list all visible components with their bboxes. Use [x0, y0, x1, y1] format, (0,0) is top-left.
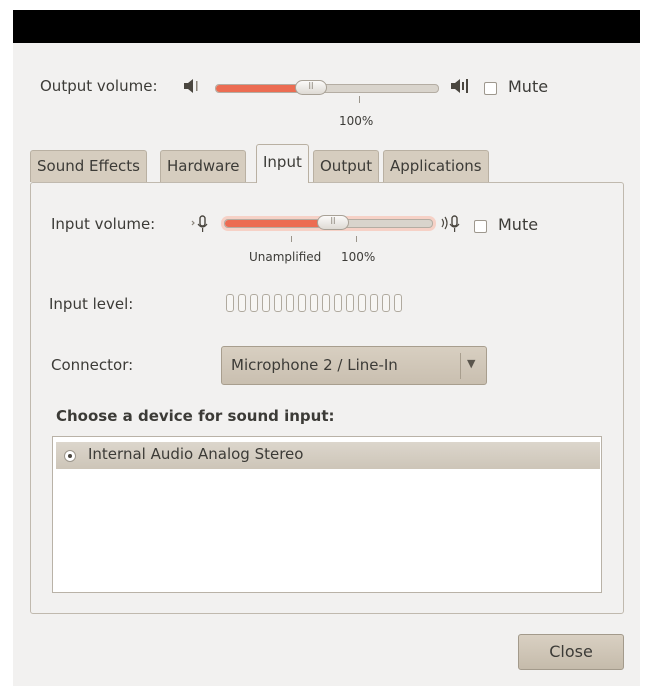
- output-mute-label[interactable]: Mute: [508, 77, 548, 96]
- tab-output[interactable]: Output: [313, 150, 380, 182]
- output-volume-handle[interactable]: ll: [295, 80, 327, 95]
- level-segment: [346, 294, 354, 312]
- radio-selected-icon[interactable]: [64, 450, 76, 462]
- level-segment: [286, 294, 294, 312]
- input-value-label: 100%: [341, 250, 376, 264]
- microphone-low-icon: [190, 214, 212, 238]
- connector-value: Microphone 2 / Line-In: [231, 356, 398, 374]
- title-bar: [13, 10, 640, 43]
- device-heading: Choose a device for sound input:: [56, 407, 335, 425]
- input-100-tick: [356, 236, 357, 242]
- level-segment: [358, 294, 366, 312]
- connector-combobox[interactable]: Microphone 2 / Line-In ▼: [221, 346, 487, 385]
- input-level-meter: [226, 294, 406, 314]
- list-item[interactable]: Internal Audio Analog Stereo: [56, 442, 600, 469]
- microphone-high-icon: [440, 214, 464, 238]
- input-level-label: Input level:: [49, 295, 134, 313]
- device-name: Internal Audio Analog Stereo: [88, 445, 304, 463]
- speaker-high-icon: [450, 77, 472, 99]
- output-volume-slider[interactable]: ll: [215, 80, 439, 95]
- unamplified-tick: [291, 236, 292, 242]
- tab-sound-effects[interactable]: Sound Effects: [30, 150, 147, 182]
- input-volume-slider[interactable]: ll: [224, 215, 433, 230]
- level-segment: [394, 294, 402, 312]
- level-segment: [226, 294, 234, 312]
- connector-label: Connector:: [51, 356, 134, 374]
- level-segment: [262, 294, 270, 312]
- level-segment: [274, 294, 282, 312]
- level-segment: [238, 294, 246, 312]
- triangle-down-icon: ▼: [467, 357, 476, 370]
- sound-preferences-window: Output volume: ll 100% Mute Sound Effect…: [13, 10, 640, 686]
- level-segment: [334, 294, 342, 312]
- tab-hardware[interactable]: Hardware: [160, 150, 247, 182]
- input-volume-label: Input volume:: [51, 215, 156, 233]
- output-mute-checkbox[interactable]: [484, 82, 497, 95]
- level-segment: [310, 294, 318, 312]
- input-device-list[interactable]: Internal Audio Analog Stereo: [52, 436, 602, 593]
- level-segment: [370, 294, 378, 312]
- input-mute-checkbox[interactable]: [474, 220, 487, 233]
- unamplified-label: Unamplified: [249, 250, 322, 264]
- level-segment: [250, 294, 258, 312]
- input-mute-label[interactable]: Mute: [498, 215, 538, 234]
- output-volume-label: Output volume:: [40, 77, 158, 95]
- level-segment: [298, 294, 306, 312]
- tab-input[interactable]: Input: [256, 144, 309, 183]
- level-segment: [382, 294, 390, 312]
- close-button[interactable]: Close: [518, 634, 624, 670]
- output-100-tick: [359, 96, 360, 103]
- input-volume-handle[interactable]: ll: [317, 215, 349, 230]
- level-segment: [322, 294, 330, 312]
- speaker-low-icon: [183, 77, 203, 99]
- output-value-label: 100%: [339, 114, 374, 128]
- combobox-separator: [460, 353, 461, 379]
- tab-applications[interactable]: Applications: [383, 150, 489, 182]
